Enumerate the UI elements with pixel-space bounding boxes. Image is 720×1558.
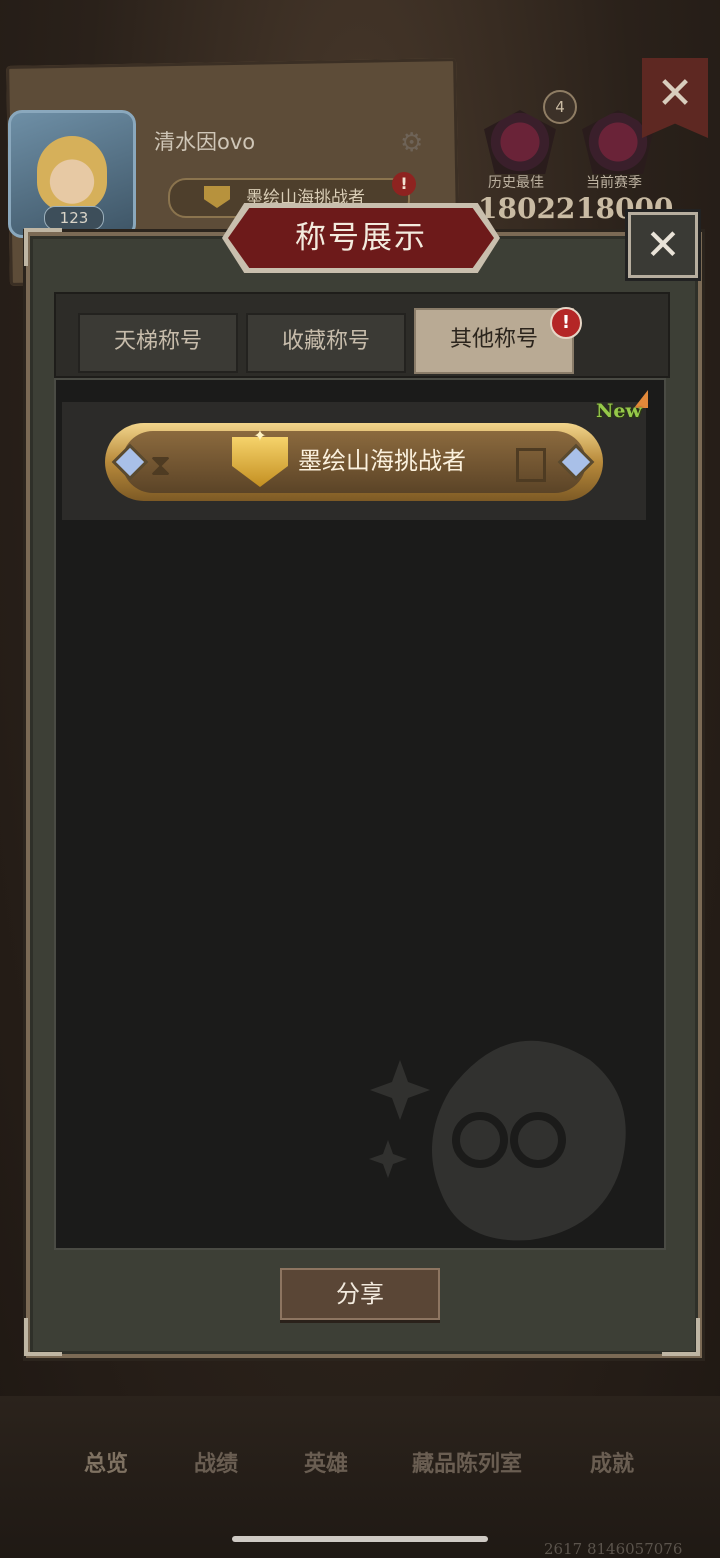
- corner-ornament-icon: [24, 228, 62, 266]
- nav-collection[interactable]: 藏品陈列室: [412, 1446, 522, 1478]
- corner-ornament-icon: [24, 1318, 62, 1356]
- corner-ornament-icon: [662, 1318, 700, 1356]
- avatar-face: [37, 136, 107, 212]
- hourglass-icon: ⧗: [150, 448, 172, 483]
- nav-heroes[interactable]: 英雄: [304, 1446, 348, 1478]
- close-button[interactable]: ✕: [628, 212, 698, 278]
- gear-icon[interactable]: ⚙: [400, 130, 426, 156]
- level-badge: 123: [44, 206, 104, 230]
- season-label: 当前赛季: [586, 175, 642, 191]
- crest-icon: [204, 186, 230, 208]
- uid-text: 2617 8146057076: [544, 1540, 683, 1558]
- new-badge: New: [596, 400, 642, 422]
- close-icon: ✕: [656, 68, 694, 119]
- frame-icon: [516, 448, 546, 482]
- title-name: 墨绘山海挑战者: [298, 447, 466, 475]
- alert-icon: !: [392, 172, 416, 196]
- sparkle-icon: ✦: [253, 426, 267, 445]
- tab-alert-icon: !: [550, 307, 582, 339]
- nav-records[interactable]: 战绩: [194, 1446, 238, 1478]
- home-indicator[interactable]: [232, 1536, 488, 1542]
- crown-count-badge: 4: [543, 90, 577, 124]
- bottom-nav: 总览 战绩 英雄 藏品陈列室 成就: [0, 1446, 720, 1486]
- share-button[interactable]: 分享: [280, 1268, 440, 1320]
- username: 清水因ovo: [154, 130, 256, 154]
- tab-ladder-titles[interactable]: 天梯称号: [78, 313, 238, 373]
- close-icon: ✕: [645, 220, 681, 269]
- mascot-watermark-icon: [369, 1040, 626, 1241]
- best-label: 历史最佳: [488, 175, 544, 191]
- tab-collection-titles[interactable]: 收藏称号: [246, 313, 406, 373]
- nav-overview[interactable]: 总览: [84, 1446, 128, 1478]
- modal-title: 称号展示: [295, 220, 427, 256]
- nav-achievements[interactable]: 成就: [590, 1446, 634, 1478]
